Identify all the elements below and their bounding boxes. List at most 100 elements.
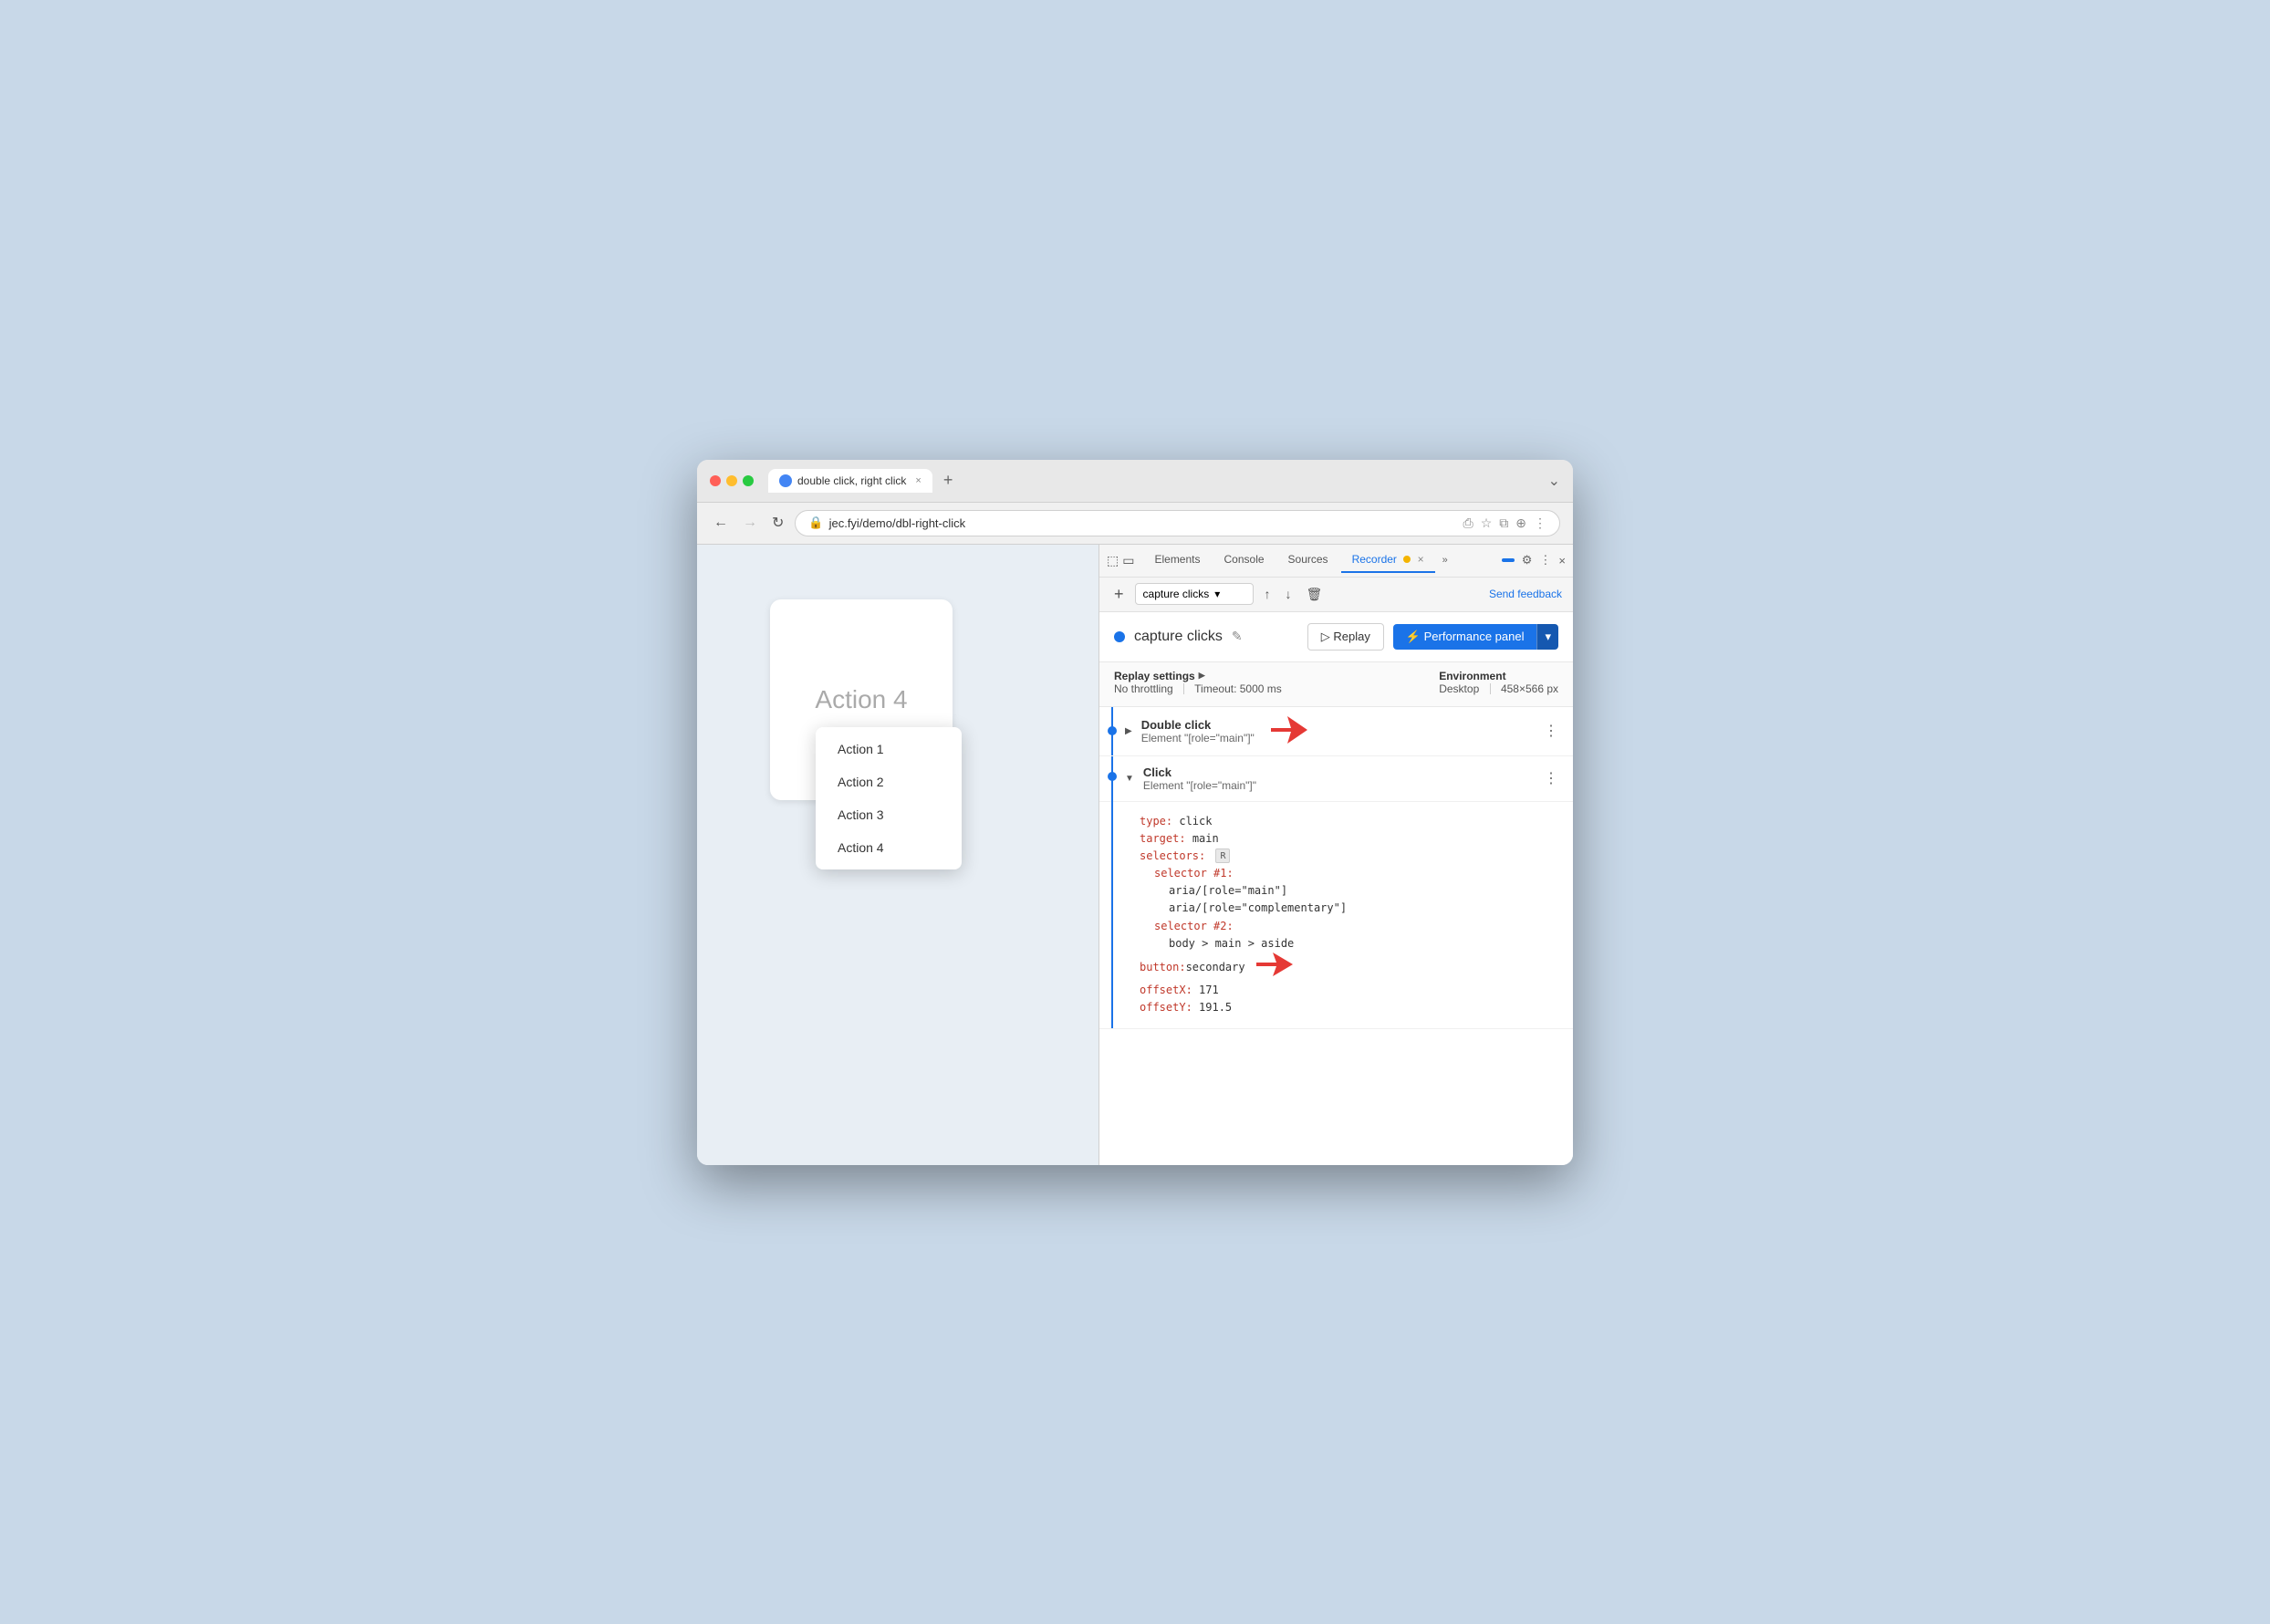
code-offsetY-line: offsetY: 191.5 [1140,999,1558,1016]
export-button[interactable]: ↑ [1261,583,1275,605]
refresh-button[interactable]: ↻ [768,510,787,536]
main-card-text: Action 4 [815,685,907,714]
recording-select-label: capture clicks [1143,588,1210,600]
device-tool-icon[interactable]: ▭ [1122,553,1134,568]
step2-title: Click [1143,765,1256,779]
performance-panel-label: ⚡ Performance panel [1406,630,1525,644]
edit-title-icon[interactable]: ✎ [1232,629,1243,644]
tab-console[interactable]: Console [1213,547,1276,573]
code-target-line: target: main [1140,830,1558,848]
code-offsetX-line: offsetX: 171 [1140,982,1558,999]
selector-type-icon: R [1215,848,1230,863]
bookmark-icon[interactable]: ☆ [1481,515,1493,531]
tab-sources[interactable]: Sources [1277,547,1339,573]
step2-element: Element "[role="main"]" [1143,779,1256,792]
step-double-click: ▶ Double click Element "[role="main"]" ⋮ [1099,707,1573,756]
device-value: Desktop 458×566 px [1439,682,1558,695]
traffic-lights [710,475,754,486]
devtools-right-icons: ⚙ ⋮ × [1502,553,1566,567]
devtools-panel: ⬚ ▭ Elements Console Sources Recorder × [1099,545,1573,1165]
recording-select[interactable]: capture clicks ▾ [1135,583,1254,605]
steps-list: ▶ Double click Element "[role="main"]" ⋮ [1099,707,1573,1165]
close-traffic-light[interactable] [710,475,721,486]
code-selector2-label: selector #2: [1140,918,1558,935]
tab-recorder-close[interactable]: × [1418,553,1424,566]
new-tab-button[interactable]: + [936,471,961,490]
import-button[interactable]: ↓ [1282,583,1296,605]
devtools-tabs: ⬚ ▭ Elements Console Sources Recorder × [1099,545,1573,578]
context-menu-item-1[interactable]: Action 1 [816,733,962,765]
browser-window: double click, right click × + ⌄ ← → ↻ 🔒 … [697,460,1573,1165]
delete-button[interactable]: 🗑 [1303,583,1327,606]
replay-button[interactable]: ▷ Replay [1307,623,1384,651]
forward-button[interactable]: → [739,511,761,535]
tab-elements-label: Elements [1154,553,1200,566]
dropdown-arrow-icon: ▾ [1214,588,1220,600]
performance-panel-arrow-button[interactable]: ▾ [1536,624,1558,650]
maximize-traffic-light[interactable] [743,475,754,486]
red-arrow-1 [1271,716,1307,746]
step2-more-button[interactable]: ⋮ [1540,769,1562,787]
performance-panel-button[interactable]: ⚡ Performance panel [1393,624,1537,650]
replay-settings-expand-icon[interactable]: ▶ [1199,671,1205,681]
tab-sources-label: Sources [1288,553,1328,566]
devtools-close-icon[interactable]: × [1558,554,1566,567]
step-click-header[interactable]: ▼ Click Element "[role="main"]" ⋮ [1099,756,1573,801]
profile-icon[interactable]: ⊕ [1515,515,1526,531]
recorder-toolbar: + capture clicks ▾ ↑ ↓ 🗑 Send feedback [1099,578,1573,612]
active-tab[interactable]: double click, right click × [768,469,932,493]
code-type-line: type: click [1140,813,1558,830]
tab-elements[interactable]: Elements [1143,547,1211,573]
tab-favicon [779,474,792,487]
title-bar: double click, right click × + ⌄ [697,460,1573,503]
notification-badge [1502,558,1515,562]
step-double-click-header[interactable]: ▶ Double click Element "[role="main"]" ⋮ [1099,707,1573,755]
lock-icon: 🔒 [808,515,823,530]
context-menu-item-4[interactable]: Action 4 [816,831,962,864]
step1-more-button[interactable]: ⋮ [1540,722,1562,740]
step-dot-2 [1108,772,1117,781]
env-divider [1490,683,1491,694]
code-block: type: click target: main selectors: R [1099,801,1573,1028]
performance-panel-group: ⚡ Performance panel ▾ [1393,624,1558,650]
minimize-traffic-light[interactable] [726,475,737,486]
context-menu: Action 1 Action 2 Action 3 Action 4 [816,727,962,869]
red-arrow-2 [1256,953,1293,982]
step1-element: Element "[role="main"]" [1141,732,1255,744]
share-icon[interactable]: ⎙ [1463,515,1473,531]
devtools-more-icon[interactable]: ⋮ [1539,553,1551,567]
step1-expand-icon[interactable]: ▶ [1125,726,1132,736]
step1-title: Double click [1141,718,1255,732]
address-bar[interactable]: 🔒 jec.fyi/demo/dbl-right-click ⎙ ☆ ⧉ ⊕ ⋮ [795,510,1560,536]
inspect-tool-icon[interactable]: ⬚ [1107,553,1119,568]
tab-close-button[interactable]: × [915,475,921,486]
extensions-icon[interactable]: ⧉ [1499,515,1508,531]
tab-title: double click, right click [797,474,906,487]
more-tabs-button[interactable]: » [1437,551,1453,569]
context-menu-item-2[interactable]: Action 2 [816,765,962,798]
send-feedback-link[interactable]: Send feedback [1489,588,1562,600]
back-button[interactable]: ← [710,511,732,535]
recording-status-dot [1114,631,1125,642]
tab-recorder[interactable]: Recorder × [1341,547,1435,573]
nav-bar: ← → ↻ 🔒 jec.fyi/demo/dbl-right-click ⎙ ☆… [697,503,1573,545]
settings-icon[interactable]: ⚙ [1522,553,1533,567]
add-recording-button[interactable]: + [1110,585,1128,604]
step2-info: Click Element "[role="main"]" [1143,765,1256,792]
context-menu-item-3[interactable]: Action 3 [816,798,962,831]
code-selectors-line: selectors: R [1140,848,1558,865]
environment-label: Environment [1439,670,1558,682]
step1-info: Double click Element "[role="main"]" [1141,718,1255,744]
recording-title: capture clicks [1134,629,1223,645]
devtools-tool-icons: ⬚ ▭ [1107,553,1134,568]
code-button-line: button: secondary [1140,953,1558,982]
replay-button-label: ▷ Replay [1321,630,1370,644]
webpage-panel: Action 4 Action 1 Action 2 Action 3 Acti… [697,545,1099,1165]
more-icon[interactable]: ⋮ [1534,515,1546,531]
step-dot-1 [1108,726,1117,735]
step2-expand-icon[interactable]: ▼ [1125,774,1134,784]
content-area: Action 4 Action 1 Action 2 Action 3 Acti… [697,545,1573,1165]
step-click: ▼ Click Element "[role="main"]" ⋮ type: … [1099,756,1573,1029]
environment-section: Environment Desktop 458×566 px [1439,670,1558,695]
settings-row: Replay settings ▶ No throttling Timeout:… [1114,670,1558,695]
